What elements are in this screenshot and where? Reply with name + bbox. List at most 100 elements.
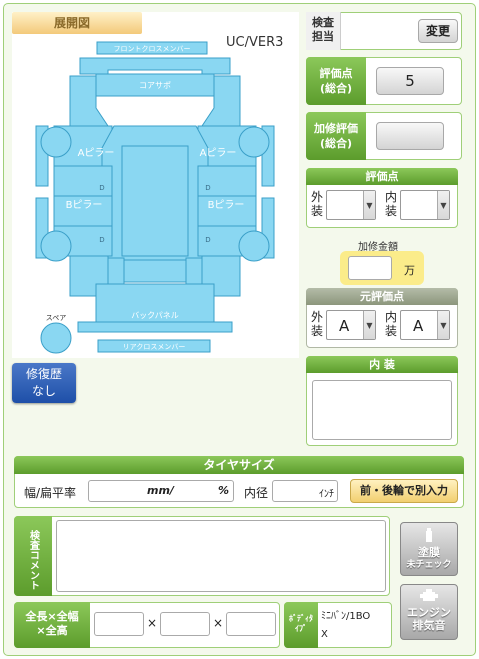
label-d-mark-3: D (99, 236, 104, 244)
rear-bumper-part[interactable] (77, 321, 233, 333)
repair-score-label: 加修評価 (総合) (306, 112, 366, 160)
repair-history-button[interactable]: 修復歴 なし (12, 363, 76, 403)
wheel-front-right[interactable] (238, 126, 270, 158)
paint-check-line1: 塗膜 (418, 546, 440, 559)
label-back-panel: バックパネル (131, 311, 179, 320)
dimensions-label: 全長×全幅 ×全高 (14, 602, 90, 648)
score-total-label-line1: 評価点 (319, 67, 353, 80)
score-total-label: 評価点 (総合) (306, 57, 366, 105)
height-input[interactable] (226, 612, 276, 636)
inspector-label-line1: 検査 (312, 16, 334, 29)
rating-interior-label-1: 内 (385, 190, 398, 204)
tire-split-input-button[interactable]: 前・後輪で別入力 (350, 479, 458, 503)
interior-textarea[interactable] (312, 380, 452, 440)
roof-center-part[interactable] (121, 145, 189, 257)
label-d-mark-2: D (205, 184, 210, 192)
chevron-down-icon: ▼ (437, 191, 449, 219)
comment-label-top: 検査 (27, 530, 39, 550)
original-interior-label-2: 装 (385, 324, 398, 338)
rating-exterior-select[interactable]: ▼ (326, 190, 376, 220)
interior-header: 内 装 (306, 356, 458, 373)
front-radiator-part[interactable] (79, 57, 231, 75)
dimensions-label-line2: ×全高 (36, 624, 68, 637)
original-interior-label: 内 装 (385, 310, 397, 338)
label-b-pillar-right: Bピラー (208, 199, 245, 211)
body-type-value-line1: ﾐﾆﾊﾞﾝ/1BO (321, 611, 371, 622)
repair-score-select[interactable] (376, 122, 444, 150)
body-type-value-line2: X (321, 629, 328, 640)
trunk-floor-part[interactable] (123, 259, 187, 283)
tire-width-input[interactable]: mm/ % (88, 480, 234, 502)
engine-sound-line1: エンジン (407, 606, 451, 619)
comment-textarea[interactable] (56, 520, 386, 592)
rating-exterior-label-1: 外 (311, 190, 324, 204)
dimensions-separator-1: × (147, 616, 158, 630)
comment-label: 検査 コメント (14, 516, 52, 596)
original-exterior-label-1: 外 (311, 310, 324, 324)
label-b-pillar-left: Bピラー (66, 199, 103, 211)
rear-left-inner-part[interactable] (107, 257, 125, 285)
tire-diameter-unit: ｲﾝﾁ (319, 489, 334, 500)
rating-interior-label-2: 装 (385, 204, 398, 218)
wheel-front-left[interactable] (40, 126, 72, 158)
comment-label-main: コメント (27, 550, 39, 590)
engine-icon (420, 589, 438, 601)
original-exterior-label: 外 装 (311, 310, 323, 338)
original-interior-select[interactable]: A ▼ (400, 310, 450, 340)
tire-width-end-label: % (217, 484, 229, 497)
length-input[interactable] (94, 612, 144, 636)
inspector-label: 検査 担当 (306, 12, 341, 50)
inspector-label-line2: 担当 (312, 30, 334, 43)
chevron-down-icon: ▼ (437, 311, 449, 339)
repair-amount-input[interactable] (348, 256, 392, 280)
label-a-pillar-right: Aピラー (200, 147, 237, 159)
change-inspector-button[interactable]: 変更 (418, 19, 458, 43)
chevron-down-icon: ▼ (363, 311, 375, 339)
engine-sound-button[interactable]: エンジン 排気音 (400, 584, 458, 640)
repair-history-value: なし (31, 384, 56, 398)
rating-interior-select[interactable]: ▼ (400, 190, 450, 220)
repair-score-label-line1: 加修評価 (314, 122, 358, 135)
spray-icon (426, 528, 432, 542)
score-total-select[interactable]: 5 (376, 67, 444, 95)
spare-tire[interactable] (40, 322, 72, 354)
rating-header: 評価点 (306, 168, 458, 185)
dimensions-separator-2: × (213, 616, 224, 630)
label-d-mark-4: D (205, 236, 210, 244)
repair-history-label: 修復歴 (25, 367, 62, 381)
label-rear-cross-member: リアクロスメンバー (123, 343, 186, 351)
tire-size-header: タイヤサイズ (14, 456, 464, 474)
label-front-cross-member: フロントクロスメンバー (114, 45, 191, 53)
label-core-support: コアサポ (139, 81, 171, 90)
label-spare: スペア (46, 314, 67, 322)
wheel-rear-left[interactable] (40, 230, 72, 262)
paint-check-line2: 未チェック (406, 560, 452, 570)
repair-amount-unit: 万 (404, 264, 415, 277)
body-type-label: ﾎﾞﾃﾞｨﾀ ｲﾌﾟ (284, 602, 318, 648)
rating-exterior-label-2: 装 (311, 204, 324, 218)
vehicle-diagram[interactable]: フロントクロスメンバー コアサポ Aピラー Aピラー Bピラー Bピラー バック… (12, 38, 299, 358)
original-exterior-select[interactable]: A ▼ (326, 310, 376, 340)
tire-diameter-input[interactable]: ｲﾝﾁ (272, 480, 338, 502)
wheel-rear-right[interactable] (238, 230, 270, 262)
rating-exterior-label: 外 装 (311, 190, 323, 218)
width-input[interactable] (160, 612, 210, 636)
original-exterior-value: A (339, 317, 350, 335)
rating-interior-label: 内 装 (385, 190, 397, 218)
dimensions-label-line1: 全長×全幅 (25, 610, 79, 623)
engine-sound-line2: 排気音 (412, 619, 446, 632)
original-rating-header: 元評価点 (306, 288, 458, 305)
label-d-mark-1: D (99, 184, 104, 192)
tire-width-label: 幅/扁平率 (24, 486, 77, 500)
original-interior-label-1: 内 (385, 310, 398, 324)
original-exterior-label-2: 装 (311, 324, 324, 338)
paint-check-button[interactable]: 塗膜 未チェック (400, 522, 458, 576)
chevron-down-icon: ▼ (363, 191, 375, 219)
original-interior-value: A (413, 317, 424, 335)
inspector-value (344, 16, 414, 46)
rear-right-inner-part[interactable] (185, 257, 203, 285)
repair-score-label-line2: (総合) (319, 137, 353, 150)
tire-width-mid-label: mm/ (147, 484, 174, 497)
label-a-pillar-left: Aピラー (78, 147, 115, 159)
score-total-label-line2: (総合) (319, 82, 353, 95)
